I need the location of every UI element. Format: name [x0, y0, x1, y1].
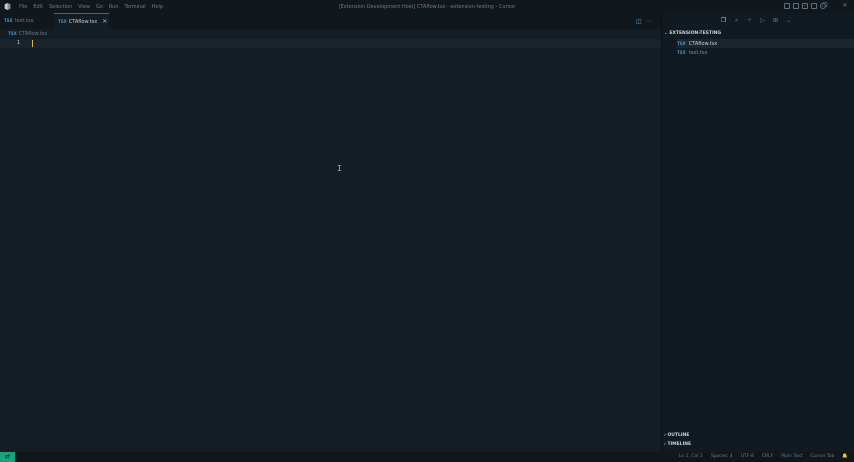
sidebar-view-actions: ❐ ⌕ ⑂ ▷ ⊞ ⌄	[720, 17, 792, 24]
run-debug-icon[interactable]: ▷	[759, 17, 766, 24]
files-icon[interactable]: ❐	[720, 17, 727, 24]
menu-run[interactable]: Run	[109, 4, 119, 10]
workspace-title: EXTENSION-TESTING	[669, 31, 722, 36]
minimize-icon[interactable]: –	[800, 2, 810, 9]
breadcrumb-file[interactable]: CTAflow.tsx	[19, 31, 48, 37]
mouse-ibeam-cursor-icon: I	[337, 164, 342, 173]
explorer-file-ctaflow[interactable]: TSX CTAflow.tsx	[677, 39, 854, 48]
editor-actions: ◫ ⋯	[636, 18, 652, 25]
more-actions-icon[interactable]: ⋯	[646, 18, 652, 25]
close-tab-icon[interactable]: ✕	[102, 18, 107, 25]
menu-selection[interactable]: Selection	[49, 4, 72, 10]
menu-go[interactable]: Go	[96, 4, 103, 10]
file-label: CTAflow.tsx	[688, 41, 718, 47]
tsx-file-icon: TSX	[8, 31, 17, 36]
cursor-position[interactable]: Ln 1, Col 1	[679, 454, 703, 459]
outline-section-header[interactable]: › OUTLINE	[664, 433, 689, 438]
editor-tab-bar: TSX test.tsx TSX CTAflow.tsx ✕	[0, 13, 661, 29]
menu-view[interactable]: View	[78, 4, 90, 10]
tab-test-tsx[interactable]: TSX test.tsx	[4, 13, 52, 29]
remote-indicator-icon[interactable]: ⇄	[0, 452, 15, 462]
menu-help[interactable]: Help	[152, 4, 163, 10]
explorer-section-header[interactable]: ⌄ EXTENSION-TESTING	[664, 31, 721, 36]
cursor-logo-icon	[4, 3, 11, 10]
current-line-highlight	[0, 39, 661, 48]
notifications-bell-icon[interactable]: 🔔	[842, 454, 848, 459]
file-label: test.tsx	[688, 50, 708, 56]
status-items: Ln 1, Col 1 Spaces: 4 UTF-8 CRLF Plain T…	[679, 454, 848, 459]
indentation[interactable]: Spaces: 4	[711, 454, 733, 459]
line-number: 1	[17, 40, 21, 46]
split-editor-icon[interactable]: ◫	[636, 18, 642, 25]
explorer-file-test[interactable]: TSX test.tsx	[677, 48, 854, 57]
toggle-panel-icon[interactable]	[784, 3, 790, 9]
toggle-sidebar-left-icon[interactable]	[793, 3, 799, 9]
close-window-icon[interactable]: ✕	[840, 2, 850, 9]
chevron-right-icon: ›	[664, 442, 666, 447]
timeline-title: TIMELINE	[667, 442, 692, 447]
menu-bar: File Edit Selection View Go Run Terminal…	[19, 4, 169, 10]
outline-title: OUTLINE	[667, 433, 690, 438]
secondary-sidebar-explorer: ❐ ⌕ ⑂ ▷ ⊞ ⌄ ⌄ EXTENSION-TESTING TSX CTAfl…	[662, 13, 854, 452]
menu-file[interactable]: File	[19, 4, 27, 10]
tsx-file-icon: TSX	[677, 41, 686, 46]
tsx-file-icon: TSX	[677, 50, 686, 55]
extensions-icon[interactable]: ⊞	[772, 17, 779, 24]
title-bar: File Edit Selection View Go Run Terminal…	[0, 0, 854, 13]
language-mode[interactable]: Plain Text	[781, 454, 802, 459]
breadcrumb[interactable]: TSX CTAflow.tsx	[8, 31, 47, 37]
tsx-file-icon: TSX	[58, 19, 67, 24]
encoding[interactable]: UTF-8	[741, 454, 754, 459]
menu-edit[interactable]: Edit	[33, 4, 43, 10]
chevron-down-icon: ⌄	[664, 31, 668, 36]
restore-icon[interactable]: ❐	[820, 2, 830, 9]
search-icon[interactable]: ⌕	[733, 17, 740, 24]
tab-label: CTAflow.tsx	[68, 19, 98, 25]
tsx-file-icon: TSX	[4, 18, 13, 23]
status-bar: ⇄ Ln 1, Col 1 Spaces: 4 UTF-8 CRLF Plain…	[0, 452, 854, 462]
timeline-section-header[interactable]: › TIMELINE	[664, 442, 691, 447]
tab-label: test.tsx	[14, 18, 34, 24]
cursor-tab-status[interactable]: Cursor Tab	[811, 454, 835, 459]
chevron-right-icon: ›	[664, 433, 666, 438]
menu-terminal[interactable]: Terminal	[125, 4, 146, 10]
line-ending[interactable]: CRLF	[762, 454, 773, 459]
more-icon[interactable]: ⌄	[785, 17, 792, 24]
source-control-icon[interactable]: ⑂	[746, 17, 753, 24]
window-controls: – ❐ ✕	[800, 2, 850, 9]
tab-ctaflow-tsx[interactable]: TSX CTAflow.tsx ✕	[54, 13, 109, 29]
text-cursor	[32, 40, 33, 47]
